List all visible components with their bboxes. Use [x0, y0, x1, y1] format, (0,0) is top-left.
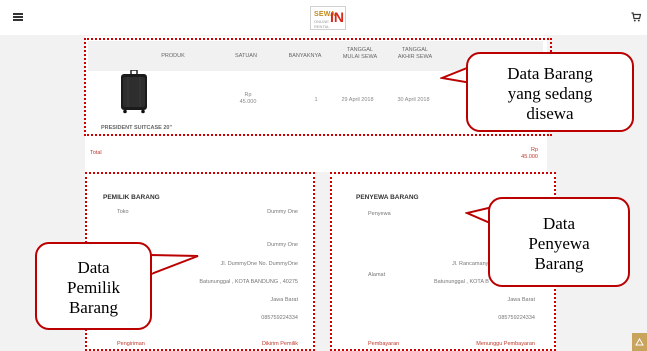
callout-pemilik-line-2: Pemilik	[67, 278, 120, 297]
callout-barang-line-2: yang sedang	[507, 84, 593, 103]
callout-penyewa-line-2: Penyewa	[528, 234, 590, 253]
callout-barang-line-3: disewa	[526, 104, 574, 123]
callout-data-pemilik: Data Pemilik Barang	[35, 242, 152, 330]
callout-penyewa-line-3: Barang	[534, 254, 584, 273]
total-amount: 45.000	[521, 154, 538, 160]
logo[interactable]: SEWA ONLINE RENTAL IN	[310, 6, 346, 30]
top-navbar: SEWA ONLINE RENTAL IN	[0, 0, 647, 35]
logo-secondary: IN	[330, 9, 344, 25]
scroll-to-top-icon	[635, 338, 644, 346]
cart-icon[interactable]	[631, 12, 641, 22]
callout-pemilik-line-3: Barang	[68, 298, 119, 317]
scroll-to-top-button[interactable]	[632, 333, 647, 351]
callout-tail-pemilik	[149, 253, 199, 276]
callout-penyewa-line-1: Data	[542, 214, 576, 233]
callout-data-barang: Data Barang yang sedang disewa	[466, 52, 634, 132]
callout-barang-line-1: Data Barang	[507, 64, 593, 83]
total-label: Total	[90, 150, 102, 156]
callout-pemilik-line-1: Data	[77, 258, 110, 277]
total-currency: Rp	[530, 147, 538, 153]
menu-icon[interactable]	[13, 13, 23, 21]
callout-data-penyewa: Data Penyewa Barang	[488, 197, 630, 287]
